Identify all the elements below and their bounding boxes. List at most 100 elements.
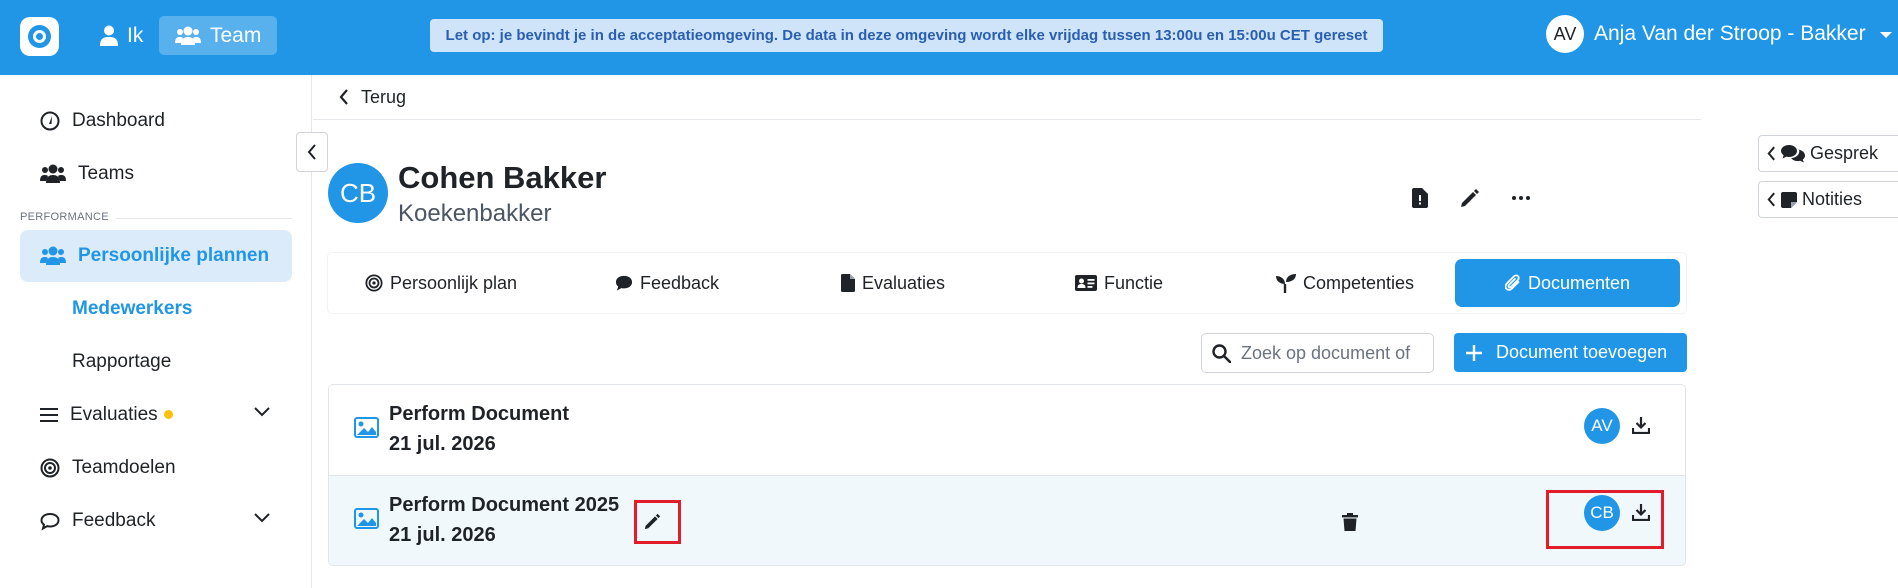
tab-functie[interactable]: Functie — [1006, 259, 1232, 307]
document-title[interactable]: Perform Document 2025 — [389, 494, 619, 517]
tab-persoonlijk-plan[interactable]: Persoonlijk plan — [328, 259, 554, 307]
user-avatar: AV — [1546, 15, 1584, 53]
users-icon — [175, 26, 201, 45]
add-document-label: Document toevoegen — [1496, 342, 1668, 362]
nav-ik[interactable]: Ik — [86, 16, 157, 55]
back-label: Terug — [361, 86, 407, 107]
chevron-left-icon — [339, 89, 348, 105]
document-search[interactable] — [1201, 333, 1434, 373]
chevron-left-icon — [1767, 146, 1775, 161]
document-date: 21 jul. 2026 — [389, 524, 496, 546]
profile-tabs: Persoonlijk plan Feedback Evaluaties Fun… — [328, 253, 1686, 313]
nav-team[interactable]: Team — [159, 16, 278, 55]
image-icon — [354, 417, 379, 438]
plus-icon — [1466, 344, 1482, 361]
comment-icon — [40, 512, 60, 531]
search-icon — [1212, 343, 1231, 363]
users-icon — [40, 246, 66, 265]
nav-ik-label: Ik — [127, 23, 144, 47]
sidebar-item-persoonlijke-plannen[interactable]: Persoonlijke plannen — [20, 230, 292, 282]
add-document-button[interactable]: Document toevoegen — [1454, 333, 1687, 372]
person-name: Cohen Bakker — [398, 160, 607, 195]
sidebar-item-feedback[interactable]: Feedback — [20, 495, 292, 547]
sidebar-item-label: Teams — [78, 163, 134, 184]
report-button[interactable] — [1405, 183, 1435, 213]
more-options-button[interactable] — [1506, 183, 1536, 213]
document-list: Perform Document 21 jul. 2026 AV Perform… — [328, 384, 1686, 566]
app-logo[interactable] — [20, 17, 59, 56]
sidebar-item-teams[interactable]: Teams — [20, 148, 292, 200]
tab-documenten[interactable]: Documenten — [1455, 259, 1680, 307]
comment-icon — [615, 275, 633, 291]
download-icon — [1632, 417, 1650, 434]
highlight-box — [634, 500, 681, 544]
document-title[interactable]: Perform Document — [389, 403, 569, 426]
back-link[interactable]: Terug — [313, 75, 1701, 120]
file-icon — [840, 274, 855, 292]
tab-feedback[interactable]: Feedback — [554, 259, 780, 307]
chevron-down-icon — [254, 407, 270, 417]
image-icon — [354, 508, 379, 529]
delete-document-button[interactable] — [1341, 512, 1359, 532]
user-name: Anja Van der Stroop - Bakker — [1594, 22, 1866, 45]
person-avatar: CB — [328, 163, 388, 223]
id-card-icon — [1074, 275, 1097, 291]
sidebar-item-dashboard[interactable]: Dashboard — [20, 95, 292, 147]
search-input[interactable] — [1241, 342, 1411, 364]
sidebar-subitem-rapportage[interactable]: Rapportage — [72, 351, 171, 373]
sidebar-item-label: Dashboard — [72, 110, 165, 131]
ellipsis-icon — [1512, 196, 1530, 200]
list-icon — [40, 408, 58, 422]
side-tab-label: Gesprek — [1810, 143, 1879, 163]
tab-label: Evaluaties — [861, 272, 946, 293]
sidebar-item-evaluaties[interactable]: Evaluaties — [20, 389, 292, 441]
caret-down-icon — [1879, 32, 1892, 38]
seedling-icon — [1275, 273, 1296, 293]
side-tab-notities[interactable]: Notities — [1758, 181, 1898, 218]
sidebar: Dashboard Teams PERFORMANCE Persoonlijke… — [0, 75, 312, 588]
notification-dot — [163, 410, 173, 420]
section-divider — [116, 218, 292, 219]
sidebar-item-label: Feedback — [72, 510, 156, 531]
sticky-note-icon — [1781, 191, 1797, 208]
side-tab-gesprek[interactable]: Gesprek — [1758, 135, 1898, 172]
person-role: Koekenbakker — [398, 200, 552, 227]
collapse-sidebar-button[interactable] — [296, 132, 328, 172]
tab-competenties[interactable]: Competenties — [1232, 259, 1458, 307]
sidebar-item-teamdoelen[interactable]: Teamdoelen — [20, 442, 292, 494]
document-row[interactable]: Perform Document 2025 21 jul. 2026 CB — [329, 476, 1685, 565]
download-button[interactable] — [1631, 415, 1651, 435]
sidebar-subitem-medewerkers[interactable]: Medewerkers — [72, 298, 192, 320]
tab-evaluaties[interactable]: Evaluaties — [780, 259, 1006, 307]
sidebar-item-label: Persoonlijke plannen — [78, 245, 270, 266]
highlight-box — [1546, 490, 1664, 549]
user-menu[interactable]: AV Anja Van der Stroop - Bakker — [1546, 15, 1892, 53]
target-icon — [40, 458, 60, 478]
environment-banner: Let op: je bevindt je in de acceptatieom… — [430, 19, 1383, 52]
target-icon — [365, 274, 383, 292]
tab-label: Persoonlijk plan — [389, 272, 518, 293]
tab-label: Competenties — [1302, 272, 1415, 293]
tab-label: Documenten — [1527, 272, 1631, 293]
edit-person-button[interactable] — [1455, 183, 1485, 213]
sidebar-item-label: Teamdoelen — [72, 457, 176, 478]
chevron-left-icon — [1767, 192, 1775, 207]
user-icon — [100, 25, 118, 46]
pencil-icon — [1461, 189, 1479, 207]
nav-team-label: Team — [210, 23, 262, 47]
trash-icon — [1342, 513, 1358, 531]
comments-icon — [1781, 144, 1805, 162]
users-icon — [40, 164, 66, 183]
chevron-left-icon — [307, 144, 316, 160]
document-row[interactable]: Perform Document 21 jul. 2026 AV — [329, 385, 1685, 476]
tab-label: Feedback — [639, 272, 720, 293]
document-date: 21 jul. 2026 — [389, 433, 496, 455]
side-tab-label: Notities — [1802, 189, 1863, 209]
tab-label: Functie — [1103, 272, 1164, 293]
gauge-icon — [40, 111, 60, 131]
file-alert-icon — [1412, 188, 1428, 208]
paperclip-icon — [1504, 274, 1520, 291]
sidebar-item-label: Evaluaties — [70, 404, 158, 425]
top-bar: Ik Team Let op: je bevindt je in de acce… — [0, 0, 1898, 75]
section-label-performance: PERFORMANCE — [20, 211, 109, 223]
